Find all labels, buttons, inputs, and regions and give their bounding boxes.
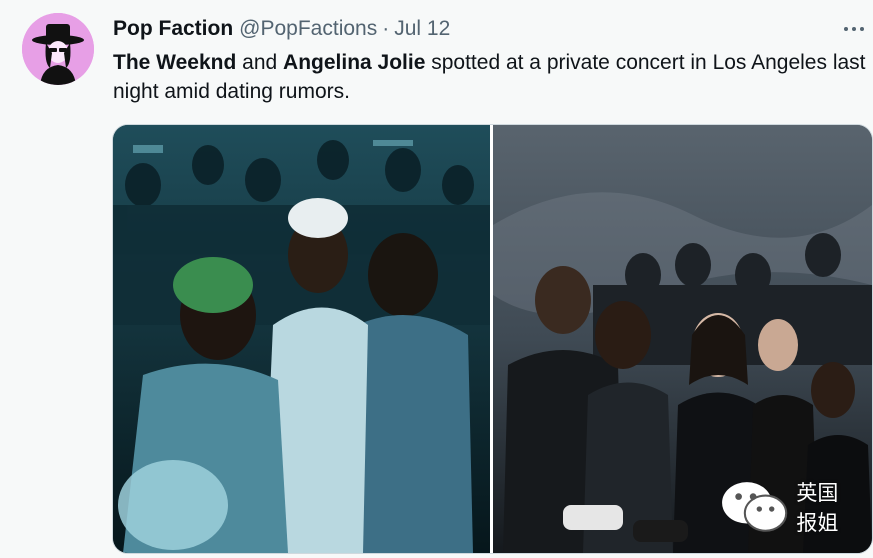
more-options-button[interactable] (839, 14, 869, 44)
photo-concert-crowd[interactable] (113, 125, 490, 553)
display-name[interactable]: Pop Faction (113, 17, 233, 41)
watermark-text: 英国报姐 (796, 481, 839, 535)
tweet-text: The Weeknd and Angelina Jolie spotted at… (113, 48, 871, 106)
user-handle[interactable]: @PopFactions (239, 17, 377, 41)
avatar-icon (22, 13, 94, 85)
tweet-text-connector: and (236, 51, 284, 74)
tweet-media[interactable]: 英国报姐 (112, 124, 873, 554)
separator-dot: · (382, 17, 390, 40)
more-options-icon (844, 27, 848, 31)
avatar[interactable] (22, 13, 94, 85)
wechat-icon (722, 482, 788, 532)
tweet-text-bold-name-1: The Weeknd (113, 51, 237, 74)
tweet-date[interactable]: Jul 12 (394, 17, 450, 41)
photo-left-image (113, 125, 490, 553)
tweet-header: Pop Faction @PopFactions · Jul 12 (113, 14, 863, 44)
photo-audience-seated[interactable]: 英国报姐 (493, 125, 872, 553)
tweet-card[interactable]: Pop Faction @PopFactions · Jul 12 The We… (0, 0, 873, 558)
tweet-text-bold-name-2: Angelina Jolie (283, 51, 426, 74)
watermark: 英国报姐 (720, 477, 844, 537)
